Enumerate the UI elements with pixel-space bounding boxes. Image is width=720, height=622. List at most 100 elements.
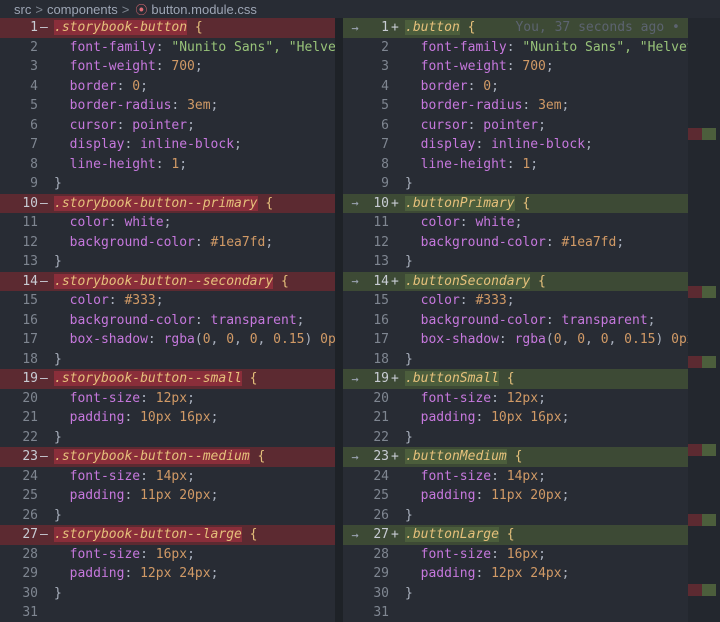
code-line[interactable]: 22} [343,428,688,448]
code-line[interactable]: 5 border-radius: 3em; [343,96,688,116]
breadcrumb-file[interactable]: button.module.css [151,2,257,17]
code-line[interactable]: 31 [343,603,688,622]
code-line[interactable]: 24 font-size: 14px; [343,467,688,487]
code-text[interactable]: font-weight: 700; [54,59,203,74]
code-text[interactable]: .storybook-button--medium { [54,449,265,465]
code-text[interactable]: cursor: pointer; [54,118,195,133]
code-text[interactable]: .buttonLarge { [405,527,515,543]
code-text[interactable]: } [54,508,62,523]
code-text[interactable]: } [54,430,62,445]
code-line[interactable]: 4 border: 0; [343,77,688,97]
code-text[interactable]: .storybook-button--secondary { [54,273,289,289]
code-line[interactable]: 25 padding: 11px 20px; [343,486,688,506]
code-line[interactable]: 9} [0,174,335,194]
code-text[interactable]: .buttonMedium { [405,449,522,465]
code-line[interactable]: 1— .storybook-button { [0,18,335,38]
code-line[interactable]: 16 background-color: transparent; [0,311,335,331]
code-line[interactable]: 26} [0,506,335,526]
code-line[interactable]: 7 display: inline-block; [0,135,335,155]
code-line[interactable]: 8 line-height: 1; [0,155,335,175]
breadcrumb-item-src[interactable]: src [14,2,31,17]
code-text[interactable]: .buttonSecondary { [405,273,546,289]
code-text[interactable]: background-color: #1ea7fd; [54,235,274,250]
code-text[interactable]: } [405,352,413,367]
code-text[interactable]: font-size: 16px; [405,547,546,562]
code-text[interactable]: } [54,176,62,191]
code-line[interactable]: 15 color: #333; [343,291,688,311]
code-line[interactable]: → 19 + .buttonSmall { [343,369,688,389]
code-text[interactable]: padding: 12px 24px; [54,566,219,581]
code-line[interactable]: 20 font-size: 12px; [0,389,335,409]
code-text[interactable]: box-shadow: rgba(0, 0, 0, 0.15) 0px [54,332,335,347]
code-text[interactable]: background-color: #1ea7fd; [405,235,625,250]
code-text[interactable]: .storybook-button { [54,20,203,36]
code-text[interactable]: } [405,586,413,601]
code-text[interactable]: color: #333; [405,293,515,308]
code-line[interactable]: 28 font-size: 16px; [343,545,688,565]
code-text[interactable]: box-shadow: rgba(0, 0, 0, 0.15) 0px [405,332,688,347]
code-text[interactable]: background-color: transparent; [405,313,656,328]
code-text[interactable]: background-color: transparent; [54,313,305,328]
code-line[interactable]: 21 padding: 10px 16px; [343,408,688,428]
code-line[interactable]: 14— .storybook-button--secondary { [0,271,335,291]
code-text[interactable]: } [54,586,62,601]
code-text[interactable]: } [405,254,413,269]
code-text[interactable]: line-height: 1; [405,157,538,172]
code-text[interactable]: .buttonPrimary { [405,195,530,211]
code-line[interactable]: 21 padding: 10px 16px; [0,408,335,428]
code-text[interactable]: border-radius: 3em; [54,98,219,113]
code-text[interactable]: } [54,254,62,269]
code-text[interactable]: cursor: pointer; [405,118,546,133]
code-line[interactable]: 18} [343,350,688,370]
code-text[interactable]: padding: 12px 24px; [405,566,570,581]
code-text[interactable]: font-size: 14px; [405,469,546,484]
code-line[interactable]: → 14 + .buttonSecondary { [343,271,688,291]
code-line[interactable]: 19— .storybook-button--small { [0,369,335,389]
code-line[interactable]: 18} [0,350,335,370]
diff-pane-original[interactable]: 1— .storybook-button {2 font-family: "Nun… [0,18,335,622]
code-text[interactable]: font-size: 12px; [405,391,546,406]
code-line[interactable]: → 23 + .buttonMedium { [343,447,688,467]
code-line[interactable]: 26} [343,506,688,526]
code-text[interactable]: } [405,430,413,445]
code-line[interactable]: 30} [0,584,335,604]
code-line[interactable]: 12 background-color: #1ea7fd; [0,233,335,253]
revert-arrow-icon[interactable]: → [343,196,367,210]
code-line[interactable]: 22} [0,428,335,448]
code-text[interactable]: border: 0; [54,79,148,94]
code-line[interactable]: → 10 + .buttonPrimary { [343,193,688,213]
code-text[interactable]: font-family: "Nunito Sans", "Helveti [54,40,335,55]
code-line[interactable]: 20 font-size: 12px; [343,389,688,409]
code-line[interactable]: 27— .storybook-button--large { [0,525,335,545]
code-line[interactable]: 24 font-size: 14px; [0,467,335,487]
code-line[interactable]: 29 padding: 12px 24px; [0,564,335,584]
breadcrumb-item-components[interactable]: components [47,2,118,17]
code-text[interactable]: } [405,176,413,191]
revert-arrow-icon[interactable]: → [343,450,367,464]
code-text[interactable]: .button { [405,20,475,36]
code-text[interactable]: color: #333; [54,293,164,308]
code-line[interactable]: 6 cursor: pointer; [0,116,335,136]
code-line[interactable]: 4 border: 0; [0,77,335,97]
code-text[interactable]: .storybook-button--primary { [54,195,273,211]
code-line[interactable]: 7 display: inline-block; [343,135,688,155]
code-line[interactable]: 17 box-shadow: rgba(0, 0, 0, 0.15) 0px [343,330,688,350]
code-line[interactable]: 11 color: white; [343,213,688,233]
code-line[interactable]: 15 color: #333; [0,291,335,311]
code-text[interactable]: color: white; [54,215,172,230]
code-line[interactable]: 25 padding: 11px 20px; [0,486,335,506]
code-line[interactable]: 29 padding: 12px 24px; [343,564,688,584]
code-line[interactable]: 16 background-color: transparent; [343,311,688,331]
code-text[interactable]: font-family: "Nunito Sans", "Helveti [405,40,688,55]
revert-arrow-icon[interactable]: → [343,21,367,35]
code-text[interactable]: } [405,508,413,523]
code-text[interactable]: font-size: 14px; [54,469,195,484]
revert-arrow-icon[interactable]: → [343,274,367,288]
code-line[interactable]: 3 font-weight: 700; [0,57,335,77]
code-line[interactable]: → 1 + .button {You, 37 seconds ago • U [343,18,688,38]
code-line[interactable]: 13} [343,252,688,272]
code-line[interactable]: 2 font-family: "Nunito Sans", "Helveti [343,38,688,58]
code-line[interactable]: 8 line-height: 1; [343,155,688,175]
code-text[interactable]: color: white; [405,215,523,230]
code-text[interactable]: padding: 11px 20px; [405,488,570,503]
